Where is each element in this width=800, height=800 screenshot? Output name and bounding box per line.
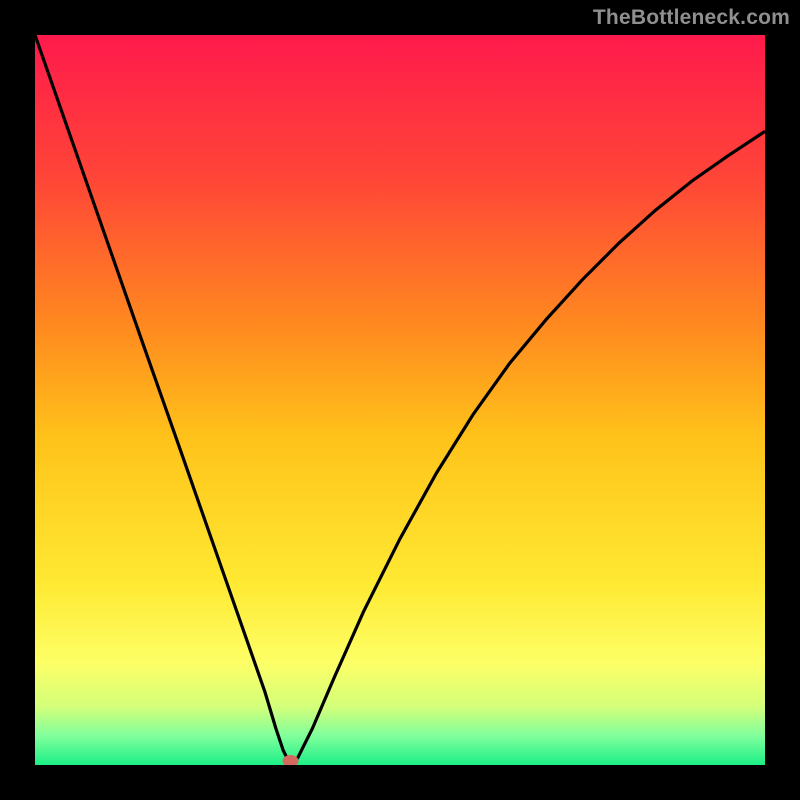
chart-frame: TheBottleneck.com	[0, 0, 800, 800]
watermark-text: TheBottleneck.com	[593, 6, 790, 30]
plot-area	[35, 35, 765, 765]
bottleneck-curve	[35, 35, 765, 765]
curve-layer	[35, 35, 765, 765]
